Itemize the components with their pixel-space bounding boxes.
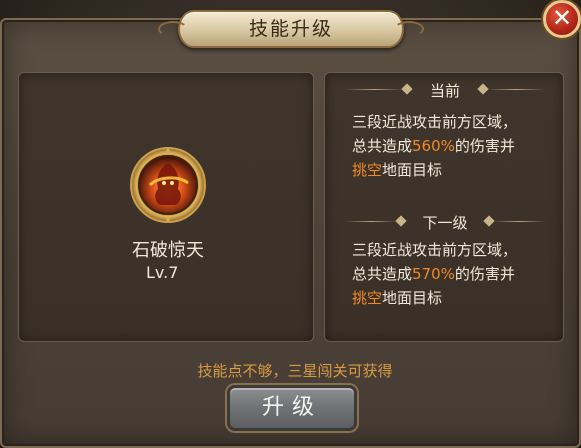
current-desc-line3: 挑空地面目标 [352,158,557,182]
next-header-label: 下一级 [422,214,468,232]
skill-point-notice: 技能点不够，三星闯关可获得 [197,362,393,380]
next-desc-text: 总共造成 [352,265,413,283]
next-desc-text: 地面目标 [382,289,443,307]
upgrade-button[interactable]: 升级 [227,385,357,431]
current-effect-keyword: 挑空 [352,161,383,179]
next-desc-line2: 总共造成570%的伤害并 [352,262,557,286]
divider-right [487,89,545,90]
skill-level: Lv.7 [146,263,179,282]
close-button[interactable]: ✕ [543,0,581,38]
next-level-header: 下一级 [345,212,545,232]
next-desc-text: 的伤害并 [454,265,515,283]
skill-name: 石破惊天 [132,240,204,261]
current-desc-line2: 总共造成560%的伤害并 [352,134,557,158]
current-desc-text: 地面目标 [382,161,443,179]
game-screen: 技能升级 ✕ 石破惊天 Lv.7 当前 三段近战攻击前方区域， 总共造成560%… [0,0,581,448]
flame-warrior-skill-icon [130,147,206,223]
current-description: 三段近战攻击前方区域， 总共造成560%的伤害并 挑空地面目标 [352,110,557,182]
title-plate: 技能升级 [158,10,424,48]
current-header-label: 当前 [429,82,460,100]
next-desc-line1: 三段近战攻击前方区域， [352,241,518,259]
divider-left [345,89,403,90]
divider-left [345,221,397,222]
current-damage-value: 560% [412,137,455,155]
diamond-icon [395,215,407,227]
next-damage-value: 570% [412,265,455,283]
current-desc-text: 总共造成 [352,137,413,155]
next-desc-line3: 挑空地面目标 [352,286,557,310]
current-desc-text: 的伤害并 [454,137,515,155]
current-level-header: 当前 [345,80,545,100]
next-description: 三段近战攻击前方区域， 总共造成570%的伤害并 挑空地面目标 [352,238,557,310]
current-desc-line1: 三段近战攻击前方区域， [352,113,518,131]
divider-right [493,221,545,222]
next-effect-keyword: 挑空 [352,289,383,307]
dialog-title: 技能升级 [248,18,333,40]
diamond-icon [401,83,413,95]
